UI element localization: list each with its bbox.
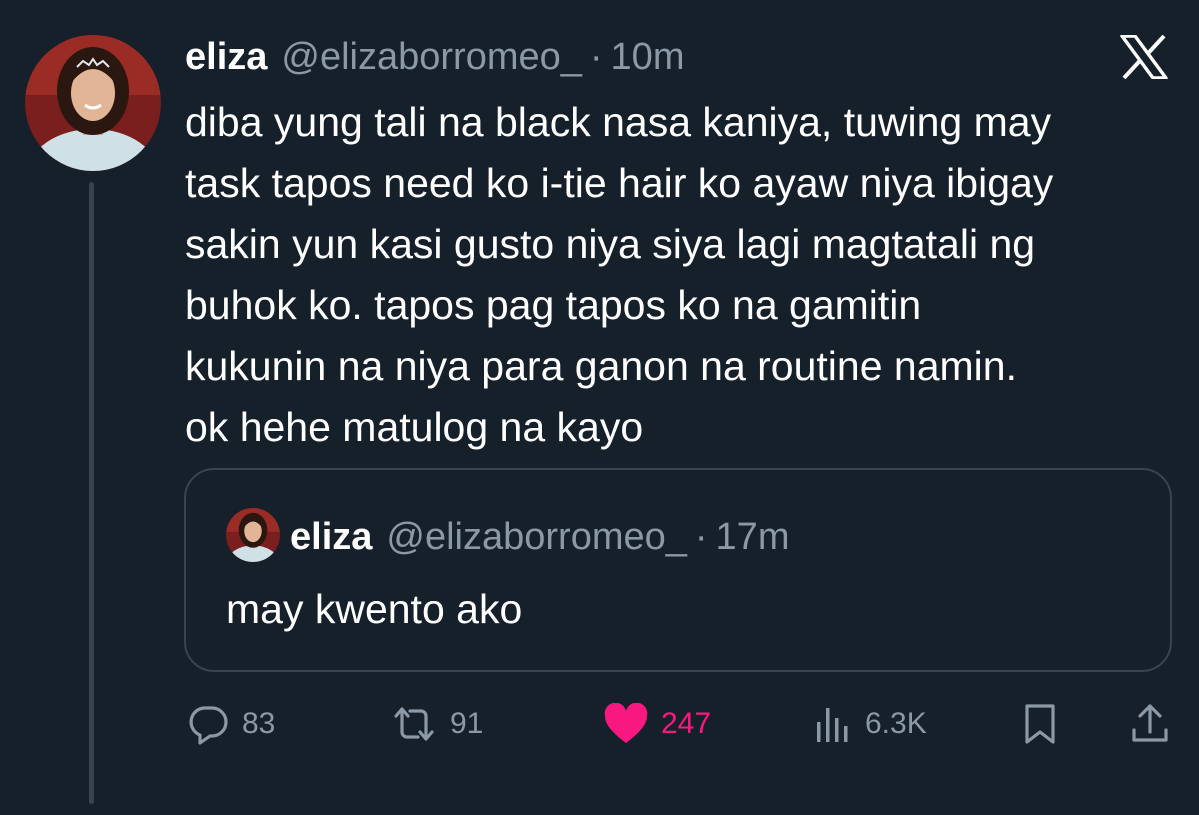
like-count: 247 xyxy=(661,707,712,740)
tweet-text-line: task tapos need ko i-tie hair ko ayaw ni… xyxy=(185,160,1054,206)
views-icon xyxy=(813,702,853,746)
user-handle[interactable]: @elizaborromeo_ xyxy=(281,36,582,79)
share-icon xyxy=(1128,702,1172,746)
reply-count: 83 xyxy=(242,707,276,740)
avatar[interactable] xyxy=(25,35,161,171)
tweet-header: eliza @elizaborromeo_ · 10m xyxy=(185,31,684,83)
repost-count: 91 xyxy=(450,707,484,740)
bookmark-icon xyxy=(1022,702,1058,746)
tweet-text: diba yung tali na black nasa kaniya, tuw… xyxy=(185,92,1175,458)
thread-line xyxy=(89,182,94,804)
views-button[interactable]: 6.3K xyxy=(813,700,927,748)
like-button[interactable]: 247 xyxy=(603,700,711,748)
quoted-tweet[interactable]: eliza @elizaborromeo_ · 17m may kwento a… xyxy=(184,468,1172,672)
tweet-text-line: buhok ko. tapos pag tapos ko na gamitin xyxy=(185,282,922,328)
quoted-avatar[interactable] xyxy=(226,508,280,562)
quoted-display-name[interactable]: eliza xyxy=(290,516,372,559)
share-button[interactable] xyxy=(1128,700,1172,748)
tweet-text-line: sakin yun kasi gusto niya siya lagi magt… xyxy=(185,221,1036,267)
quoted-header: eliza @elizaborromeo_ · 17m xyxy=(290,512,789,562)
tweet-text-line: diba yung tali na black nasa kaniya, tuw… xyxy=(185,99,1052,145)
separator-dot: · xyxy=(589,35,603,78)
quoted-user-handle[interactable]: @elizaborromeo_ xyxy=(386,516,687,559)
display-name[interactable]: eliza xyxy=(185,36,267,79)
tweet-text-line: kukunin na niya para ganon na routine na… xyxy=(185,343,1017,389)
reply-icon xyxy=(186,702,230,746)
bookmark-button[interactable] xyxy=(1022,700,1058,748)
timestamp[interactable]: 10m xyxy=(611,36,685,79)
heart-icon xyxy=(603,703,649,745)
tweet-text-line: ok hehe matulog na kayo xyxy=(185,404,644,450)
repost-icon xyxy=(390,702,438,746)
separator-dot: · xyxy=(694,515,708,558)
reply-button[interactable]: 83 xyxy=(186,700,275,748)
repost-button[interactable]: 91 xyxy=(390,700,483,748)
quoted-timestamp[interactable]: 17m xyxy=(716,516,790,559)
x-logo-icon xyxy=(1120,34,1168,80)
views-count: 6.3K xyxy=(865,707,927,740)
quoted-text: may kwento ako xyxy=(226,586,523,632)
